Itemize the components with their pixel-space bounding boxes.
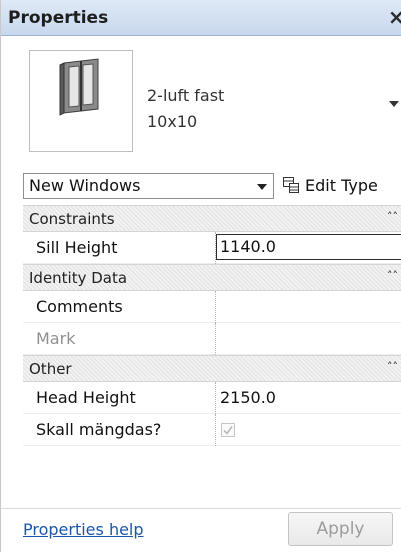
edit-type-icon xyxy=(283,177,299,193)
column-divider xyxy=(215,382,216,414)
window-icon xyxy=(59,58,99,116)
property-row-sill-height[interactable]: Sill Height 1140.0 xyxy=(23,232,401,264)
property-row-comments[interactable]: Comments xyxy=(23,291,401,323)
property-name: Comments xyxy=(36,297,123,316)
collapse-icon[interactable]: ˄˄ xyxy=(387,269,398,282)
property-name: Mark xyxy=(36,329,76,348)
instance-filter-select[interactable]: New Windows xyxy=(23,173,274,199)
properties-grid: Constraints ˄˄ Sill Height 1140.0 Identi… xyxy=(23,205,401,446)
type-family-name: 2-luft fast xyxy=(147,86,225,105)
palette-title: Properties xyxy=(8,8,109,28)
checkmark-icon xyxy=(223,426,233,435)
sill-height-input[interactable]: 1140.0 xyxy=(216,234,401,260)
group-header-constraints[interactable]: Constraints ˄˄ xyxy=(23,205,401,232)
edit-type-button[interactable]: Edit Type xyxy=(282,172,378,198)
type-name: 10x10 xyxy=(147,112,198,131)
column-divider xyxy=(215,291,216,323)
apply-button[interactable]: Apply xyxy=(288,512,393,546)
property-name: Head Height xyxy=(36,388,136,407)
group-header-other[interactable]: Other ˄˄ xyxy=(23,355,401,382)
property-name: Skall mängdas? xyxy=(36,420,162,439)
type-thumbnail xyxy=(29,50,133,152)
column-divider xyxy=(215,414,216,446)
property-row-mark: Mark xyxy=(23,323,401,355)
skall-mangdas-checkbox[interactable] xyxy=(221,423,235,437)
collapse-icon[interactable]: ˄˄ xyxy=(387,360,398,373)
properties-palette: Properties × 2-luft fast 10x10 New Windo… xyxy=(0,0,401,552)
group-label: Identity Data xyxy=(29,269,128,287)
properties-help-link[interactable]: Properties help xyxy=(23,520,144,539)
title-bar[interactable]: Properties × xyxy=(1,0,401,36)
group-header-identity-data[interactable]: Identity Data ˄˄ xyxy=(23,264,401,291)
property-row-skall-mangdas[interactable]: Skall mängdas? xyxy=(23,414,401,446)
close-icon[interactable]: × xyxy=(388,6,401,28)
column-divider xyxy=(215,323,216,355)
collapse-icon[interactable]: ˄˄ xyxy=(387,210,398,223)
edit-type-label: Edit Type xyxy=(305,175,378,195)
group-label: Other xyxy=(29,360,72,378)
head-height-value[interactable]: 2150.0 xyxy=(220,388,276,407)
filter-dropdown-icon[interactable] xyxy=(257,184,267,190)
property-row-head-height[interactable]: Head Height 2150.0 xyxy=(23,382,401,414)
chevron-down-icon[interactable] xyxy=(389,101,399,107)
property-name: Sill Height xyxy=(36,238,118,257)
group-label: Constraints xyxy=(29,210,115,228)
